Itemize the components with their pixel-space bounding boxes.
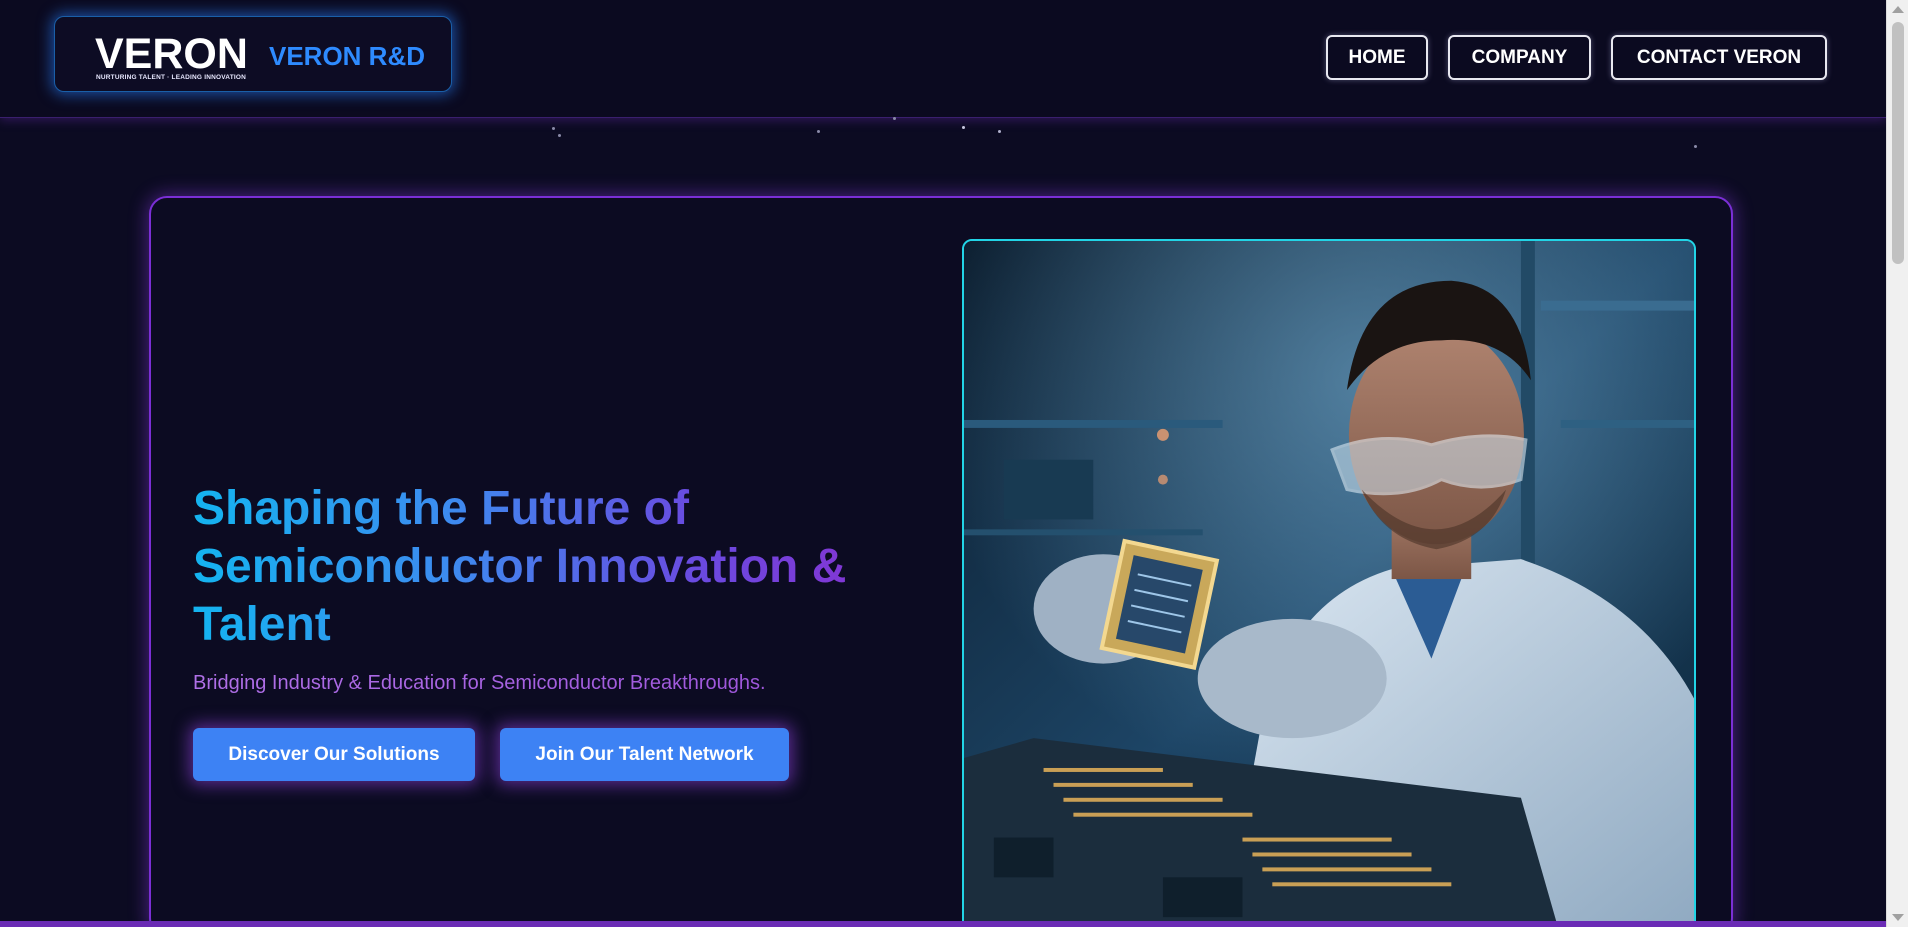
star-decoration <box>558 134 561 137</box>
bottom-edge-accent <box>0 921 1886 927</box>
nav-contact-button[interactable]: CONTACT VERON <box>1611 35 1827 80</box>
main-nav: HOME COMPANY CONTACT VERON <box>0 35 1886 81</box>
discover-solutions-button[interactable]: Discover Our Solutions <box>193 728 475 781</box>
vertical-scrollbar[interactable] <box>1886 0 1908 927</box>
star-decoration <box>962 126 965 129</box>
star-decoration <box>893 117 896 120</box>
site-header: VERON NURTURING TALENT · LEADING INNOVAT… <box>0 0 1886 118</box>
star-decoration <box>998 130 1001 133</box>
nav-home-button[interactable]: HOME <box>1326 35 1428 80</box>
scientist-inspecting-microchip-photo <box>962 239 1696 927</box>
nav-company-button[interactable]: COMPANY <box>1448 35 1591 80</box>
join-talent-network-button[interactable]: Join Our Talent Network <box>500 728 789 781</box>
hero-card: Shaping the Future of Semiconductor Inno… <box>149 196 1733 927</box>
hero-title: Shaping the Future of Semiconductor Inno… <box>193 480 913 654</box>
star-decoration <box>552 127 555 130</box>
scroll-down-arrow-icon[interactable] <box>1892 914 1904 921</box>
page: VERON NURTURING TALENT · LEADING INNOVAT… <box>0 0 1908 927</box>
lab-photo-illustration <box>964 241 1694 927</box>
star-decoration <box>817 130 820 133</box>
scroll-up-arrow-icon[interactable] <box>1892 6 1904 13</box>
scrollbar-thumb[interactable] <box>1892 22 1904 264</box>
hero-subtitle: Bridging Industry & Education for Semico… <box>193 672 913 695</box>
star-decoration <box>1694 145 1697 148</box>
